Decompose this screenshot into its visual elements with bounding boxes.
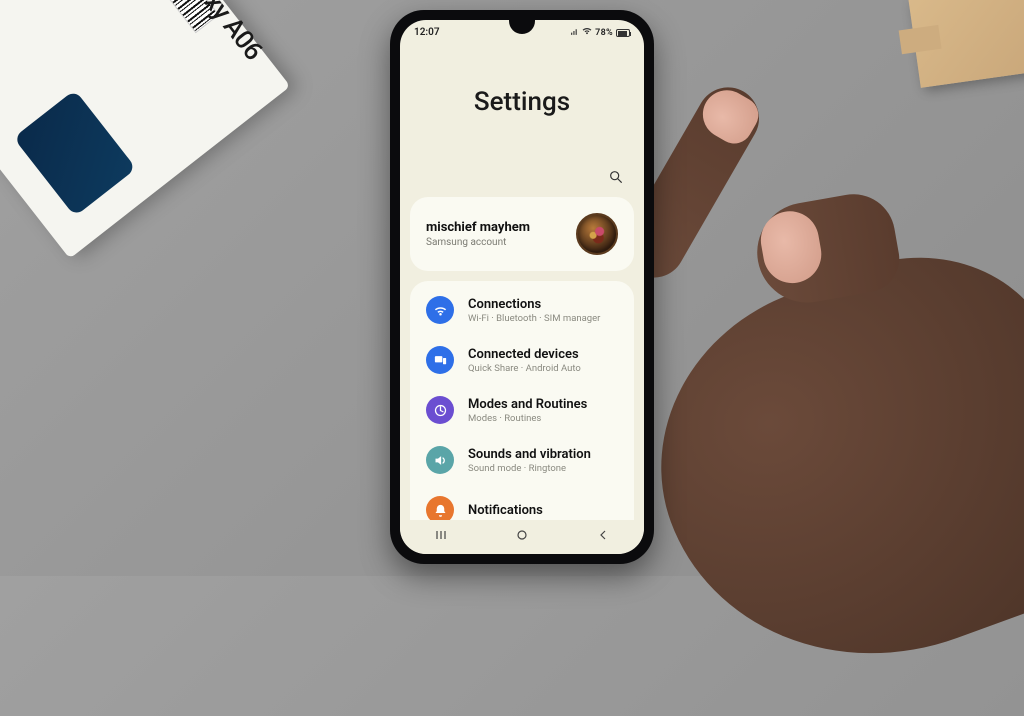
phone-screen: 12:07 78% Settings [400, 20, 644, 554]
avatar[interactable] [576, 213, 618, 255]
account-card[interactable]: mischief mayhem Samsung account [410, 197, 634, 271]
wifi-icon [582, 26, 592, 39]
battery-text: 78% [595, 28, 613, 38]
product-box: SAMSUNG Galaxy A06 [0, 0, 290, 259]
item-title: Modes and Routines [468, 397, 587, 412]
item-title: Notifications [468, 503, 543, 518]
nav-back[interactable] [595, 527, 611, 547]
item-subtitle: Quick Share · Android Auto [468, 363, 581, 374]
status-right: 78% [570, 26, 630, 39]
nav-home[interactable] [514, 527, 530, 547]
page-title: Settings [420, 87, 624, 117]
item-subtitle: Modes · Routines [468, 413, 587, 424]
modes-icon [426, 396, 454, 424]
search-button[interactable] [606, 167, 626, 187]
item-subtitle: Sound mode · Ringtone [468, 463, 591, 474]
account-subtitle: Samsung account [426, 237, 530, 248]
devices-icon [426, 346, 454, 374]
item-sounds-vibration[interactable]: Sounds and vibration Sound mode · Ringto… [410, 435, 634, 485]
title-area: Settings [400, 41, 644, 167]
navigation-bar [400, 520, 644, 554]
thumb-finger [749, 188, 904, 311]
nav-recents[interactable] [433, 527, 449, 547]
item-title: Connected devices [468, 347, 581, 362]
wood-block [908, 0, 1024, 88]
item-connections[interactable]: Connections Wi-Fi · Bluetooth · SIM mana… [410, 285, 634, 335]
item-title: Sounds and vibration [468, 447, 591, 462]
product-thumb [13, 90, 136, 217]
item-title: Connections [468, 297, 600, 312]
item-subtitle: Wi-Fi · Bluetooth · SIM manager [468, 313, 600, 324]
sound-icon [426, 446, 454, 474]
hand [612, 216, 1024, 716]
status-time: 12:07 [414, 27, 440, 38]
search-icon [608, 169, 624, 185]
item-connected-devices[interactable]: Connected devices Quick Share · Android … [410, 335, 634, 385]
account-name: mischief mayhem [426, 220, 530, 235]
item-modes-routines[interactable]: Modes and Routines Modes · Routines [410, 385, 634, 435]
wifi-icon [426, 296, 454, 324]
signal-icon [570, 27, 579, 39]
settings-list: Connections Wi-Fi · Bluetooth · SIM mana… [410, 281, 634, 539]
phone-frame: 12:07 78% Settings [390, 10, 654, 564]
battery-icon [616, 29, 630, 37]
